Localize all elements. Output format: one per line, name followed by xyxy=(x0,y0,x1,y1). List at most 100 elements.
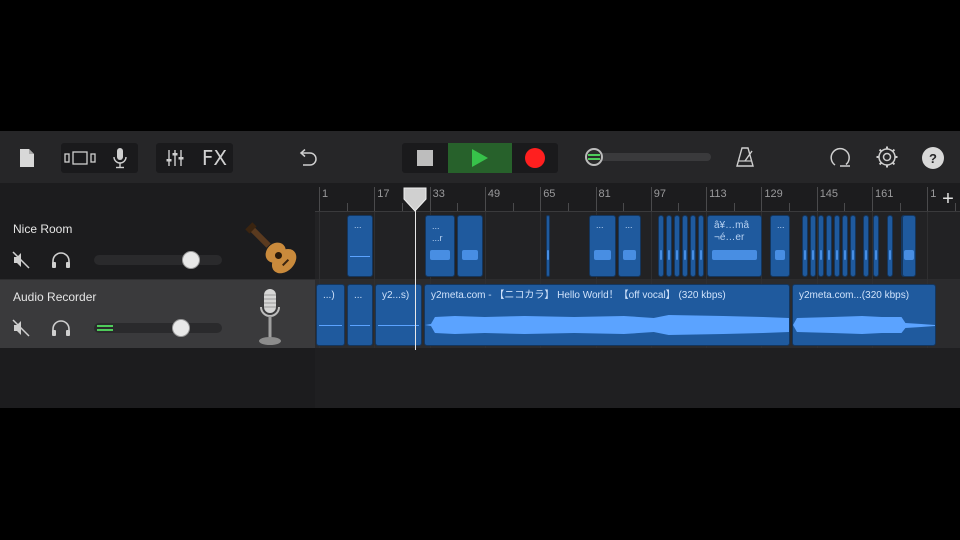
microphone-icon[interactable] xyxy=(101,143,138,173)
track-view-icon[interactable] xyxy=(61,143,99,173)
region-label: â¥…mâ ¬é…er xyxy=(714,220,749,244)
ruler-bar-number: 161 xyxy=(875,188,894,200)
ruler-bar-number: 49 xyxy=(487,188,501,200)
region[interactable] xyxy=(802,215,808,277)
ruler-tick xyxy=(650,187,652,211)
region[interactable] xyxy=(546,215,550,277)
region[interactable]: ... xyxy=(347,215,373,277)
ruler-tick xyxy=(429,187,431,211)
waveform xyxy=(425,315,789,335)
mute-icon[interactable] xyxy=(10,249,32,271)
region[interactable]: ...) xyxy=(316,284,345,346)
region[interactable]: ... xyxy=(589,215,616,277)
track-volume-knob[interactable] xyxy=(182,251,200,269)
waveform xyxy=(547,250,549,260)
region-label: ... xyxy=(625,220,633,230)
region[interactable] xyxy=(810,215,816,277)
microphone-stand-icon xyxy=(250,287,290,347)
play-button[interactable] xyxy=(448,143,512,173)
region[interactable] xyxy=(666,215,672,277)
region[interactable]: ... xyxy=(347,284,373,346)
ruler-subtick xyxy=(457,203,459,211)
ruler-tick xyxy=(706,187,708,211)
region[interactable]: y2meta.com...(320 kbps) xyxy=(792,284,936,346)
ruler-tick xyxy=(484,187,486,211)
plus-icon: + xyxy=(942,187,954,210)
help-button[interactable]: ? xyxy=(922,147,944,169)
record-button[interactable] xyxy=(512,143,558,173)
fx-button[interactable]: FX xyxy=(196,143,233,173)
master-volume-track xyxy=(595,153,711,161)
ruler-subtick xyxy=(899,203,901,211)
mixer-icon[interactable] xyxy=(156,143,194,173)
region[interactable]: ... xyxy=(770,215,790,277)
metronome-icon[interactable] xyxy=(733,145,757,169)
region-label-line: ...r xyxy=(432,233,443,243)
tracks-timeline[interactable]: ... ... ...r ... ... â¥…mâ ¬é…er ... ...… xyxy=(315,212,960,408)
undo-icon[interactable] xyxy=(295,146,319,170)
my-songs-icon[interactable] xyxy=(16,147,38,169)
ruler-subtick xyxy=(678,203,680,211)
master-volume-knob[interactable] xyxy=(585,148,603,166)
ruler-bar-number: 81 xyxy=(598,188,611,200)
waveform xyxy=(350,256,370,257)
master-volume-slider[interactable] xyxy=(585,148,711,166)
region[interactable]: â¥…mâ ¬é…er xyxy=(707,215,762,277)
region[interactable] xyxy=(873,215,879,277)
track-volume-slider[interactable] xyxy=(94,323,222,333)
playhead-line xyxy=(415,200,416,350)
region[interactable] xyxy=(850,215,856,277)
waveform xyxy=(793,316,935,334)
waveform xyxy=(804,250,806,260)
add-section-button[interactable]: + xyxy=(936,187,960,211)
ruler-tick xyxy=(540,187,542,211)
region[interactable] xyxy=(698,215,704,277)
region[interactable]: y2meta.com - 【ニコカラ】 Hello World！【off voc… xyxy=(424,284,790,346)
waveform xyxy=(692,250,694,260)
track-volume-knob[interactable] xyxy=(172,319,190,337)
ruler-subtick xyxy=(623,203,625,211)
mute-icon[interactable] xyxy=(10,317,32,339)
region[interactable] xyxy=(863,215,869,277)
region[interactable] xyxy=(842,215,848,277)
playhead-handle[interactable] xyxy=(403,187,427,212)
region[interactable] xyxy=(457,215,483,277)
waveform xyxy=(875,250,877,260)
region[interactable] xyxy=(834,215,840,277)
region[interactable] xyxy=(902,215,916,277)
waveform xyxy=(836,250,838,260)
region[interactable] xyxy=(682,215,688,277)
region[interactable] xyxy=(658,215,664,277)
headphones-solo-icon[interactable] xyxy=(50,249,72,271)
region[interactable] xyxy=(826,215,832,277)
ruler-subtick xyxy=(789,203,791,211)
track-volume-slider[interactable] xyxy=(94,255,222,265)
region[interactable] xyxy=(818,215,824,277)
track-name: Audio Recorder xyxy=(13,290,97,304)
level-meter xyxy=(97,325,113,327)
stop-button[interactable] xyxy=(402,143,448,173)
track-name: Nice Room xyxy=(13,222,73,236)
region[interactable]: ... ...r xyxy=(425,215,455,277)
track-header-audio-recorder[interactable]: Audio Recorder xyxy=(0,280,315,348)
ruler-subtick xyxy=(844,203,846,211)
region[interactable] xyxy=(690,215,696,277)
stop-icon xyxy=(417,150,433,166)
waveform xyxy=(904,250,914,260)
waveform xyxy=(462,250,478,260)
ruler-bar-number: 33 xyxy=(432,188,445,200)
region[interactable]: ... xyxy=(618,215,641,277)
loop-browser-icon[interactable] xyxy=(828,145,852,169)
waveform xyxy=(812,250,814,260)
headphones-solo-icon[interactable] xyxy=(50,317,72,339)
track-header-nice-room[interactable]: Nice Room xyxy=(0,212,315,280)
track-header-spacer xyxy=(0,183,315,212)
view-mic-group xyxy=(61,143,138,173)
waveform xyxy=(319,325,342,326)
region-label: ...) xyxy=(323,290,335,301)
level-meter-line xyxy=(588,158,600,160)
settings-icon[interactable] xyxy=(875,145,899,169)
region[interactable] xyxy=(887,215,893,277)
region[interactable] xyxy=(674,215,680,277)
help-icon: ? xyxy=(929,150,937,166)
